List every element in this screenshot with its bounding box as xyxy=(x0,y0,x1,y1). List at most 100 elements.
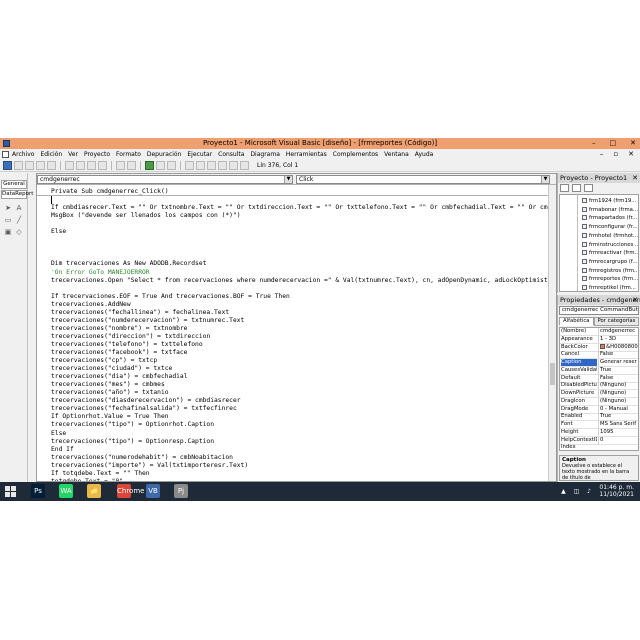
code-vertical-scrollbar[interactable] xyxy=(548,185,556,481)
chevron-down-icon[interactable]: ▼ xyxy=(284,176,292,183)
code-doc-icon[interactable] xyxy=(2,151,9,158)
scrollbar-thumb[interactable] xyxy=(550,363,555,385)
code-line[interactable]: trecervaciones("importe") = Val(txtimpor… xyxy=(51,462,248,470)
title-bar[interactable]: Proyecto1 - Microsoft Visual Basic [dise… xyxy=(0,138,640,149)
find-icon[interactable] xyxy=(98,161,107,170)
code-text-area[interactable]: Private Sub cmdgenerrec_Click() If cmbdia… xyxy=(37,185,550,481)
code-line[interactable]: trecervaciones("ciudad") = txtce xyxy=(51,365,172,373)
view-object-icon[interactable] xyxy=(572,184,581,192)
pause-icon[interactable] xyxy=(156,161,165,170)
code-line[interactable]: If cmbdiasrecer.Text = "" Or txtnombre.T… xyxy=(51,204,550,212)
menu-ejecutar[interactable]: Ejecutar xyxy=(187,151,212,158)
undo-icon[interactable] xyxy=(116,161,125,170)
code-line[interactable]: trecervaciones("telefono") = txttelefono xyxy=(51,341,203,349)
code-line[interactable]: trecervaciones("numderecervacion") = txt… xyxy=(51,317,244,325)
code-line[interactable]: trecervaciones("fechallinea") = fechalin… xyxy=(51,309,229,317)
chevron-down-icon[interactable]: ▼ xyxy=(541,176,549,183)
code-line[interactable]: MsgBox ("devende ser llenados los campos… xyxy=(51,212,241,220)
menu-ver[interactable]: Ver xyxy=(68,151,78,158)
code-line[interactable]: End If xyxy=(51,446,74,454)
taskbar-app-icon[interactable]: VB xyxy=(146,484,160,498)
image-tool-icon[interactable]: ▣ xyxy=(4,228,12,236)
label-tool-icon[interactable]: A xyxy=(15,204,23,212)
redo-icon[interactable] xyxy=(127,161,136,170)
taskbar-app-icon[interactable]: Chrome xyxy=(117,484,144,498)
property-row[interactable]: Index xyxy=(560,444,638,450)
taskbar-app-icon[interactable]: Ps xyxy=(31,484,45,498)
code-line[interactable]: If totqdebe.Text = "" Then xyxy=(51,470,150,478)
property-value[interactable]: False xyxy=(598,351,638,359)
property-value[interactable]: 0 - Manual xyxy=(598,405,638,413)
copy-icon[interactable] xyxy=(76,161,85,170)
add-project-icon[interactable] xyxy=(3,161,12,170)
close-button[interactable]: ✕ xyxy=(630,139,636,147)
project-explorer-icon[interactable] xyxy=(185,161,194,170)
code-line[interactable]: trecervaciones("numerodehabit") = cmbNoa… xyxy=(51,454,233,462)
project-tree-item[interactable]: frminstrucciones ... xyxy=(582,241,638,248)
code-line[interactable]: trecervaciones("direccion") = txtdirecci… xyxy=(51,333,210,341)
properties-window-icon[interactable] xyxy=(196,161,205,170)
menu-depuracion[interactable]: Depuración xyxy=(147,151,182,158)
line-tool-icon[interactable]: ╱ xyxy=(15,216,23,224)
code-line[interactable]: trecervaciones("año") = txtanio xyxy=(51,389,169,397)
property-value[interactable]: 1095 xyxy=(598,428,638,436)
mdi-minimize-button[interactable]: – xyxy=(600,150,604,158)
object-browser-icon[interactable] xyxy=(218,161,227,170)
stop-icon[interactable] xyxy=(167,161,176,170)
textbox-tool-icon[interactable]: ▭ xyxy=(4,216,12,224)
menu-consulta[interactable]: Consulta xyxy=(218,151,244,158)
property-value[interactable]: cmdgenerrec xyxy=(598,328,638,335)
close-icon[interactable]: ✕ xyxy=(632,295,638,305)
menu-herramientas[interactable]: Herramientas xyxy=(286,151,327,158)
menu-proyecto[interactable]: Proyecto xyxy=(84,151,110,158)
code-line[interactable]: trecervaciones("tipo") = Optionresp.Capt… xyxy=(51,438,214,446)
toolbox-tab-datareport[interactable]: DataReport xyxy=(1,190,33,199)
toolbox-icon[interactable] xyxy=(229,161,238,170)
property-value[interactable]: MS Sans Serif xyxy=(598,421,638,428)
data-view-icon[interactable] xyxy=(240,161,249,170)
project-tree-item[interactable]: frmhotel (frmhot... xyxy=(582,232,638,239)
project-tree-item[interactable]: frmconfigurar (fr... xyxy=(582,224,638,230)
code-line[interactable]: trecervaciones("mes") = cmbmes xyxy=(51,381,165,389)
menu-complementos[interactable]: Complementos xyxy=(333,151,378,158)
code-line[interactable]: trecervaciones("nombre") = txtnombre xyxy=(51,325,187,333)
cut-icon[interactable] xyxy=(65,161,74,170)
maximize-button[interactable]: □ xyxy=(610,139,617,147)
project-tree-item[interactable]: frmabonar (frma... xyxy=(582,206,638,213)
code-line[interactable]: trecervaciones("fechafinalsalida") = txt… xyxy=(51,405,237,413)
code-line[interactable]: Else xyxy=(51,430,66,438)
menu-archivo[interactable]: Archivo xyxy=(12,151,34,158)
property-value[interactable]: True xyxy=(598,413,638,421)
tab-por-categorias[interactable]: Por categorías xyxy=(593,317,640,326)
tab-alfabetica[interactable]: Alfabética xyxy=(559,317,594,326)
project-tree-item[interactable]: frm1924 (frm19... xyxy=(582,198,636,204)
project-tree-item[interactable]: frmregistros (frm... xyxy=(582,267,638,274)
add-form-icon[interactable] xyxy=(14,161,23,170)
property-value[interactable]: True xyxy=(598,366,638,374)
procedure-combo[interactable]: Click ▼ xyxy=(296,175,550,184)
taskbar-app-icon[interactable]: 📁 xyxy=(87,484,101,498)
project-tree-item[interactable]: frmrecargrupo (f... xyxy=(582,258,637,265)
toolbox-tab-general[interactable]: General xyxy=(1,180,27,189)
minimize-button[interactable]: – xyxy=(592,139,596,147)
project-tree-item[interactable]: frmreactivar (frm... xyxy=(582,250,638,256)
save-icon[interactable] xyxy=(47,161,56,170)
paste-icon[interactable] xyxy=(87,161,96,170)
code-line[interactable]: trecervaciones.Open "Select * from recer… xyxy=(51,277,550,285)
view-code-icon[interactable] xyxy=(560,184,569,192)
menu-edicion[interactable]: Edición xyxy=(40,151,62,158)
code-line[interactable]: trecervaciones("facebook") = txtface xyxy=(51,349,187,357)
taskbar-app-icon[interactable]: WA xyxy=(59,484,73,498)
windows-start-icon[interactable] xyxy=(5,486,16,497)
start-icon[interactable] xyxy=(145,161,154,170)
mdi-restore-button[interactable]: ▫ xyxy=(613,150,618,158)
object-combo[interactable]: cmdgenerrec ▼ xyxy=(37,175,293,184)
property-value[interactable]: (Ninguno) xyxy=(598,390,638,397)
code-line[interactable]: Dim trecervaciones As New ADODB.Recordse… xyxy=(51,260,206,268)
project-tree-item[interactable]: frmreportes (frm... xyxy=(582,276,638,282)
property-value[interactable]: 1 - 3D xyxy=(598,335,638,343)
system-clock[interactable]: 01:46 p. m. 11/10/2021 xyxy=(599,484,634,498)
menu-ayuda[interactable]: Ayuda xyxy=(415,151,434,158)
code-line[interactable]: 'On Error GoTo MANEJOERROR xyxy=(51,269,150,277)
property-value[interactable]: False xyxy=(598,374,638,382)
